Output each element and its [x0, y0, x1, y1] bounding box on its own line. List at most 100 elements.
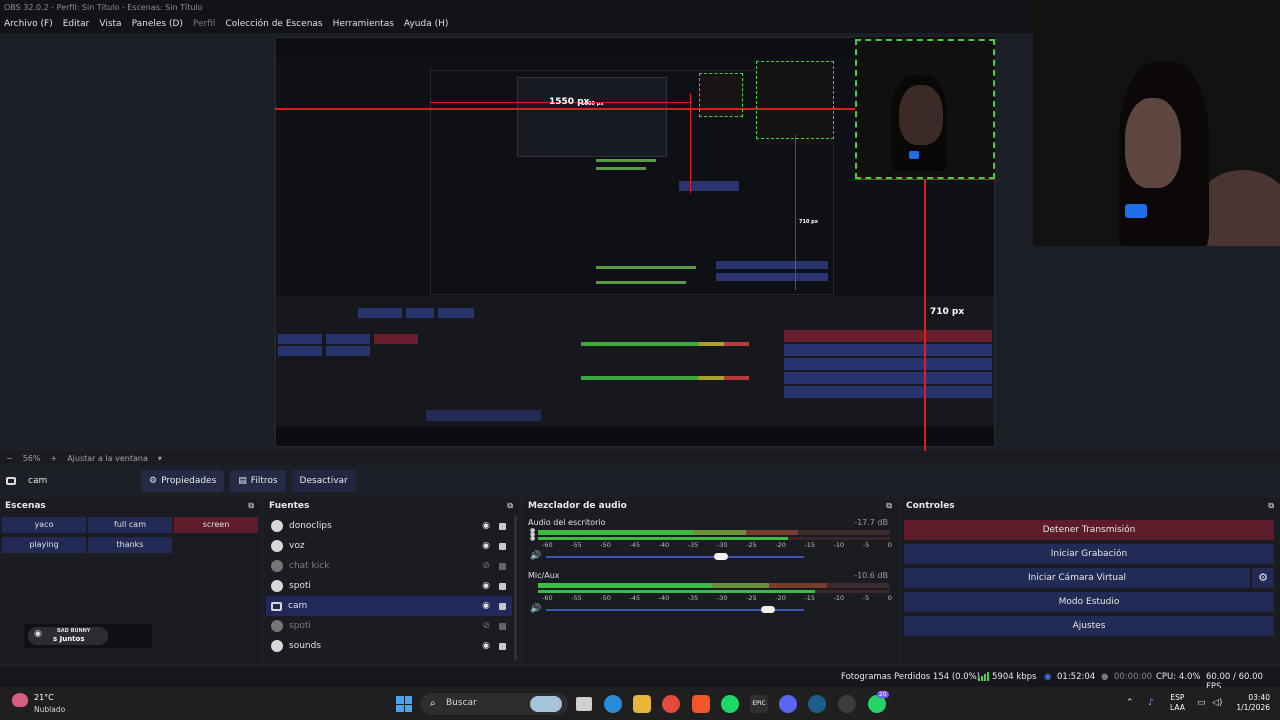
volume-slider[interactable]	[546, 553, 804, 560]
dock-float-icon[interactable]: ⧉	[886, 501, 892, 511]
eye-hidden-icon[interactable]: ⊘	[482, 621, 490, 631]
controls-dock: Controles ⧉ Detener Transmisión Iniciar …	[901, 498, 1280, 664]
system-clock[interactable]: 03:40 1/1/2026	[1226, 693, 1270, 713]
volume-icon[interactable]: ◁)	[1212, 698, 1222, 708]
source-spoti-2[interactable]: spoti ⊘	[266, 616, 512, 636]
eye-icon[interactable]: ◉	[482, 641, 490, 651]
spotify-icon[interactable]	[721, 695, 739, 713]
dock-float-icon[interactable]: ⧉	[1268, 501, 1274, 511]
chevron-down-icon[interactable]: ▾	[158, 454, 162, 463]
eye-icon[interactable]: ◉	[482, 601, 490, 611]
lock-icon[interactable]	[499, 623, 506, 630]
menu-vista[interactable]: Vista	[99, 19, 121, 29]
deactivate-button[interactable]: Desactivar	[291, 470, 356, 492]
taskbar-search[interactable]: ⌕ Buscar	[420, 693, 568, 715]
source-voz[interactable]: voz ◉	[266, 536, 512, 556]
scene-thanks[interactable]: thanks	[88, 537, 172, 553]
sources-scrollbar[interactable]	[514, 516, 517, 660]
eye-icon[interactable]: ◉	[482, 521, 490, 531]
speaker-icon[interactable]: 🔊	[530, 551, 541, 561]
selected-source-label: cam	[28, 476, 48, 486]
microphone-icon[interactable]: ♪	[1148, 698, 1154, 708]
controls-title: Controles	[906, 501, 955, 511]
zoom-out-button[interactable]: −	[6, 454, 13, 463]
zoom-in-button[interactable]: +	[50, 454, 57, 463]
guide-line-v2	[795, 135, 796, 290]
volume-slider[interactable]	[546, 606, 804, 613]
weather-condition[interactable]: Nublado	[34, 705, 65, 714]
eye-icon[interactable]: ◉	[482, 581, 490, 591]
file-explorer-icon[interactable]	[633, 695, 651, 713]
speaker-icon[interactable]: 🔊	[530, 604, 541, 614]
stop-stream-button[interactable]: Detener Transmisión	[904, 520, 1274, 540]
settings-button[interactable]: Ajustes	[904, 616, 1274, 636]
lock-icon[interactable]	[499, 603, 506, 610]
dock-float-icon[interactable]: ⧉	[248, 501, 254, 511]
weather-temperature[interactable]: 21°C	[34, 693, 54, 702]
lock-icon[interactable]	[499, 563, 506, 570]
lock-icon[interactable]	[499, 583, 506, 590]
obs-icon[interactable]	[838, 695, 856, 713]
scene-screen[interactable]: screen	[174, 517, 258, 533]
channel-menu-icon[interactable]: ● ● ●	[530, 528, 535, 542]
weather-icon[interactable]	[12, 693, 28, 707]
menu-herramientas[interactable]: Herramientas	[333, 19, 394, 29]
chrome-icon[interactable]	[662, 695, 680, 713]
source-sounds[interactable]: sounds ◉	[266, 636, 512, 656]
meter-tick: 0	[887, 541, 892, 549]
channel-name: Mic/Aux	[528, 571, 560, 580]
channel-db: -10.6 dB	[854, 571, 888, 580]
dock-float-icon[interactable]: ⧉	[507, 501, 513, 511]
menu-editar[interactable]: Editar	[63, 19, 90, 29]
properties-button[interactable]: ⚙ Propiedades	[141, 470, 225, 492]
source-cam[interactable]: cam ◉	[266, 596, 512, 616]
eye-icon[interactable]: ◉	[34, 629, 42, 639]
chevron-up-icon[interactable]: ⌃	[1126, 698, 1134, 708]
source-chat-kick[interactable]: chat kick ⊘	[266, 556, 512, 576]
menu-paneles[interactable]: Paneles (D)	[132, 19, 183, 29]
epic-games-icon[interactable]: EPIC	[750, 695, 768, 713]
start-recording-button[interactable]: Iniciar Grabación	[904, 544, 1274, 564]
meter-tick: -55	[571, 541, 582, 549]
zoom-level: 56%	[22, 453, 41, 463]
scenes-title: Escenas	[5, 501, 46, 511]
channel-name: Audio del escritorio	[528, 518, 606, 527]
volume-knob[interactable]	[714, 553, 729, 560]
virtual-cam-settings-gear-icon[interactable]: ⚙	[1252, 568, 1274, 588]
language-indicator[interactable]: ESP LAA	[1170, 693, 1185, 713]
edge-icon[interactable]	[604, 695, 622, 713]
lock-icon[interactable]	[499, 523, 506, 530]
fit-window-label[interactable]: Ajustar a la ventana	[67, 454, 148, 463]
menu-perfil[interactable]: Perfil	[193, 19, 216, 29]
menu-archivo[interactable]: Archivo (F)	[4, 19, 53, 29]
lock-icon[interactable]	[499, 643, 506, 650]
source-spoti[interactable]: spoti ◉	[266, 576, 512, 596]
filters-button[interactable]: ▤ Filtros	[230, 470, 286, 492]
start-virtual-cam-button[interactable]: Iniciar Cámara Virtual	[904, 568, 1250, 588]
task-view-icon[interactable]	[576, 697, 592, 711]
steam-icon[interactable]	[808, 695, 826, 713]
studio-mode-button[interactable]: Modo Estudio	[904, 592, 1274, 612]
guide-line-v3	[690, 93, 691, 193]
menu-coleccion-escenas[interactable]: Colección de Escenas	[225, 19, 322, 29]
scene-playing[interactable]: playing	[2, 537, 86, 553]
menu-ayuda[interactable]: Ayuda (H)	[404, 19, 448, 29]
sources-title: Fuentes	[269, 501, 310, 511]
zoom-bar: − 56% + Ajustar a la ventana ▾	[0, 451, 1280, 465]
brave-icon[interactable]	[692, 695, 710, 713]
windows-start-icon[interactable]	[396, 696, 412, 712]
discord-icon[interactable]	[779, 695, 797, 713]
globe-icon	[271, 620, 283, 632]
now-playing-artist: BAD BUNNY	[57, 628, 91, 634]
mixer-channel-mic: Mic/Aux -10.6 dB -60 -55 -50 -45 -40 -35 -30 -2…	[528, 571, 892, 623]
network-icon[interactable]: ▭	[1197, 698, 1206, 708]
eye-hidden-icon[interactable]: ⊘	[482, 561, 490, 571]
scene-full-cam[interactable]: full cam	[88, 517, 172, 533]
eye-icon[interactable]: ◉	[482, 541, 490, 551]
source-donoclips[interactable]: donoclips ◉	[266, 516, 512, 536]
language-top: ESP	[1170, 693, 1185, 702]
volume-knob[interactable]	[760, 606, 775, 613]
scene-yaco[interactable]: yaco	[2, 517, 86, 533]
meter-tick: 0	[887, 594, 892, 602]
lock-icon[interactable]	[499, 543, 506, 550]
